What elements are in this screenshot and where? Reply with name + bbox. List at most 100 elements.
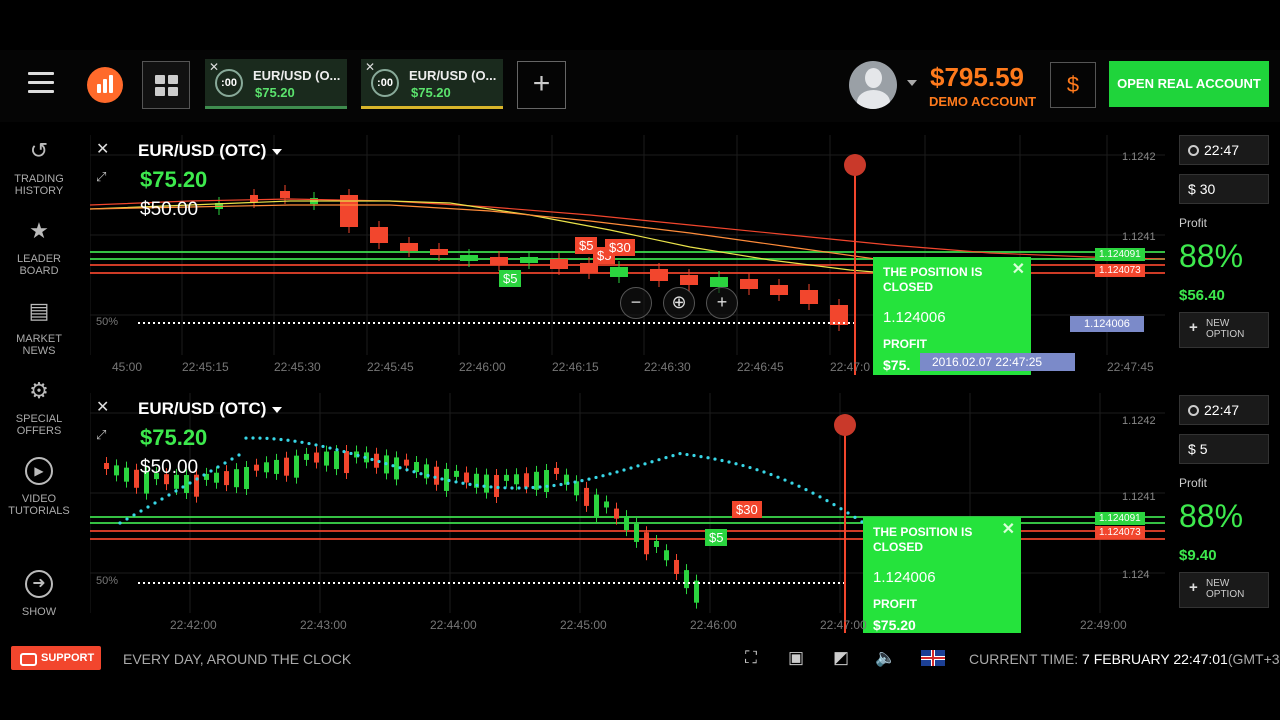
chart-panel-2[interactable]: ✕ ⤢ EUR/USD (OTC) $75.20 $50.00 50% 1.12… xyxy=(90,393,1165,633)
candle xyxy=(680,275,698,285)
candle xyxy=(314,452,319,463)
candle xyxy=(394,457,399,480)
candle xyxy=(634,523,639,542)
indicator-dot xyxy=(664,456,668,460)
sidebar-item-video-tutorials[interactable]: ▶ VIDEO TUTORIALS xyxy=(0,457,78,517)
indicator-dot xyxy=(552,483,556,488)
candle xyxy=(244,467,249,490)
current-time-label: CURRENT TIME: xyxy=(969,651,1079,667)
zoom-reset-button[interactable]: ⊕ xyxy=(663,287,695,319)
sidebar-item-trading-history[interactable]: ↺ TRADING HISTORY xyxy=(0,137,78,197)
x-tick-label: 22:47:00 xyxy=(820,618,867,632)
play-icon: ▶ xyxy=(25,457,53,485)
x-tick-label: 22:45:30 xyxy=(274,360,321,374)
candle xyxy=(250,195,258,202)
expiry-date: 2016.02.07 22:47:25 xyxy=(920,353,1075,371)
sidebar-item-label: TRADING HISTORY xyxy=(14,173,64,197)
news-icon: ▤ xyxy=(28,298,50,323)
current-payout: $75.20 xyxy=(140,425,208,450)
x-tick-label: 22:46:45 xyxy=(737,360,784,374)
close-icon[interactable]: ✕ xyxy=(365,60,375,74)
expiry-time: 22:47 xyxy=(1204,142,1240,158)
close-icon[interactable]: ✕ xyxy=(96,397,109,417)
language-flag-icon[interactable] xyxy=(921,650,945,666)
brand-logo[interactable] xyxy=(87,67,123,103)
refill-balance-icon[interactable]: $ xyxy=(1050,62,1096,108)
indicator-dot xyxy=(118,521,122,525)
indicator-dot xyxy=(433,475,437,479)
amount-field[interactable]: $ 30 xyxy=(1179,174,1269,204)
avatar[interactable] xyxy=(849,61,897,109)
candle xyxy=(104,463,109,469)
expand-icon[interactable]: ⤢ xyxy=(96,427,106,443)
sidebar-item-label: SPECIAL OFFERS xyxy=(15,413,63,437)
candle xyxy=(614,508,619,519)
layout-grid-button[interactable] xyxy=(142,61,190,109)
asset-selector[interactable]: EUR/USD (OTC) xyxy=(138,399,283,419)
new-option-label: NEW OPTION xyxy=(1206,578,1245,600)
zoom-out-button[interactable]: − xyxy=(620,287,652,319)
close-icon[interactable]: ✕ xyxy=(96,139,109,159)
layout-icon[interactable]: ▣ xyxy=(785,648,807,668)
candle xyxy=(504,474,509,481)
x-tick-label: 22:46:15 xyxy=(552,360,599,374)
investment-amount: $50.00 xyxy=(140,199,199,220)
support-button[interactable]: SUPPORT xyxy=(11,646,101,670)
candle xyxy=(624,516,629,531)
indicator-dot xyxy=(685,452,689,457)
popup-title: THE POSITION IS CLOSED xyxy=(883,265,983,294)
expiry-time-field[interactable]: 22:47 xyxy=(1179,395,1269,425)
candle xyxy=(710,277,728,287)
new-option-button[interactable]: + NEW OPTION xyxy=(1179,312,1269,348)
sidebar-item-special-offers[interactable]: ⚙ SPECIAL OFFERS xyxy=(0,377,78,437)
chart-type-icon[interactable]: ◩ xyxy=(830,648,852,668)
asset-tab-1[interactable]: ✕ :00 EUR/USD (O... $75.20 xyxy=(205,59,347,109)
amount-field[interactable]: $ 5 xyxy=(1179,434,1269,464)
candle xyxy=(604,501,609,508)
asset-tab-amount: $75.20 xyxy=(255,85,295,100)
candle xyxy=(520,257,538,263)
chevron-down-icon[interactable] xyxy=(907,80,917,86)
trade-panel-1: 22:47 $ 30 Profit 88% $56.40 + NEW OPTION xyxy=(1168,135,1280,375)
asset-name: EUR/USD (OTC) xyxy=(138,399,267,418)
indicator-dot xyxy=(601,474,605,478)
candle xyxy=(404,459,409,466)
arrow-right-icon: ➜ xyxy=(25,570,53,598)
zoom-in-button[interactable]: + xyxy=(706,287,738,319)
sidebar-item-market-news[interactable]: ▤ MARKET NEWS xyxy=(0,297,78,357)
indicator-dot xyxy=(447,478,451,483)
sound-icon[interactable]: 🔈 xyxy=(875,648,897,668)
account-type-label[interactable]: DEMO ACCOUNT xyxy=(929,94,1036,109)
add-asset-button[interactable]: + xyxy=(517,61,566,109)
candle xyxy=(214,472,219,483)
indicator-dot xyxy=(769,472,773,477)
price-tag: 1.124091 xyxy=(1095,248,1145,261)
sidebar-item-leader-board[interactable]: ★ LEADER BOARD xyxy=(0,217,78,277)
indicator-dot xyxy=(125,517,129,521)
candle xyxy=(324,451,329,466)
new-option-button[interactable]: + NEW OPTION xyxy=(1179,572,1269,608)
open-real-account-button[interactable]: OPEN REAL ACCOUNT xyxy=(1109,61,1269,107)
expand-icon[interactable]: ⤢ xyxy=(96,169,106,185)
amount-value: 30 xyxy=(1199,181,1216,197)
chart-panel-1[interactable]: ✕ ⤢ EUR/USD (OTC) $75.20 $50.00 50% 1.12… xyxy=(90,135,1165,375)
asset-name: EUR/USD (OTC) xyxy=(138,141,267,160)
indicator-dot xyxy=(790,481,794,485)
balance-amount[interactable]: $795.59 xyxy=(930,62,1024,93)
menu-icon[interactable] xyxy=(28,72,54,94)
asset-selector[interactable]: EUR/USD (OTC) xyxy=(138,141,283,161)
close-icon[interactable]: ✕ xyxy=(209,60,219,74)
profit-label: PROFIT xyxy=(873,597,917,611)
asset-tab-2[interactable]: ✕ :00 EUR/USD (O... $75.20 xyxy=(361,59,503,109)
expiry-time-field[interactable]: 22:47 xyxy=(1179,135,1269,165)
sidebar-item-show[interactable]: ➜ SHOW xyxy=(0,570,78,618)
fullscreen-icon[interactable]: ⛶ xyxy=(740,648,762,668)
indicator-dot xyxy=(748,465,752,470)
y-tick-label: 1.1241 xyxy=(1122,491,1156,503)
candle xyxy=(254,464,259,471)
indicator-dot xyxy=(321,444,325,449)
profit-percent: 88% xyxy=(1179,238,1244,274)
indicator-dot xyxy=(839,507,843,511)
bet-tag: $5 xyxy=(705,529,728,546)
clock-icon xyxy=(1188,405,1199,416)
